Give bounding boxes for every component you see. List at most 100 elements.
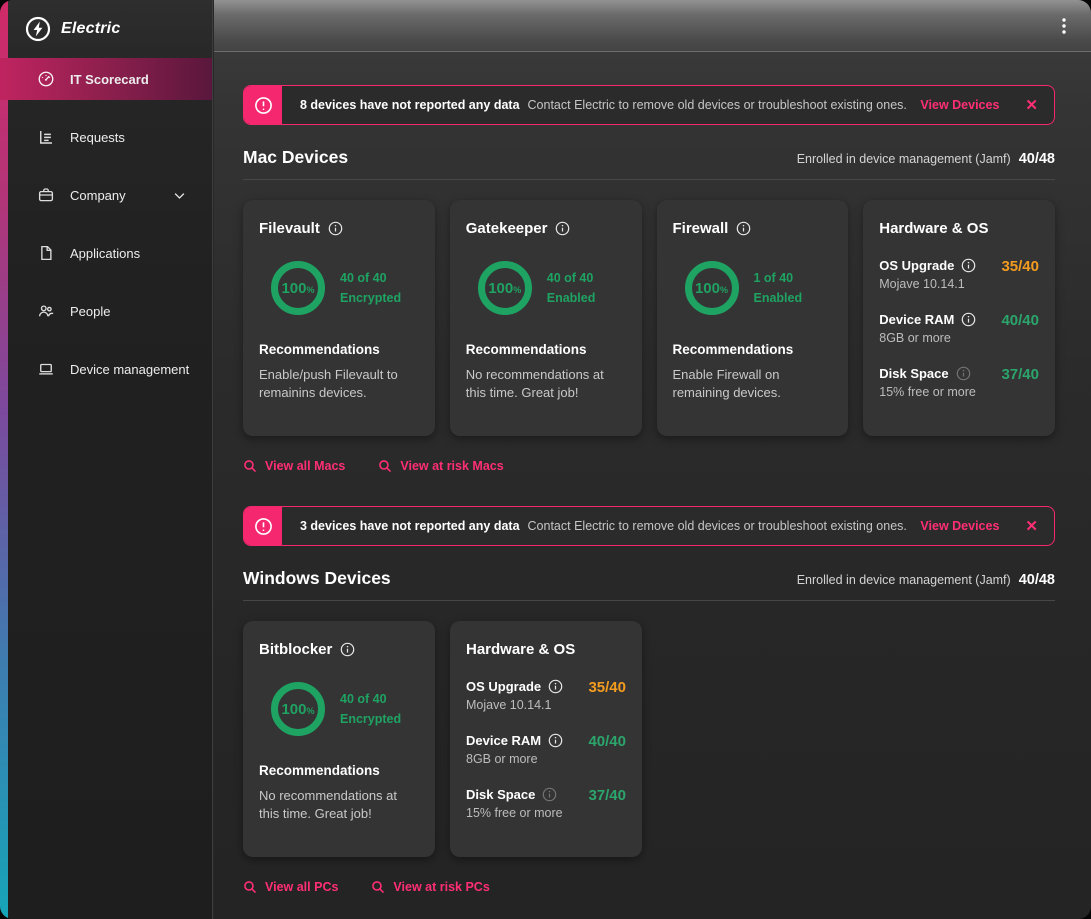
stat-line2: Enabled (754, 288, 803, 308)
windows-section-header: Windows Devices Enrolled in device manag… (243, 568, 1055, 589)
view-at-risk-macs-link[interactable]: View at risk Macs (378, 459, 503, 473)
gauge-stat: 40 of 40 Encrypted (340, 689, 401, 729)
enrollment-summary: Enrolled in device management (Jamf) 40/… (797, 572, 1055, 588)
logo: Electric (0, 0, 212, 58)
sidebar-item-label: Applications (70, 246, 140, 261)
mac-section-header: Mac Devices Enrolled in device managemen… (243, 147, 1055, 168)
sidebar-item-label: IT Scorecard (70, 72, 149, 87)
hw-value: 40/40 (588, 733, 626, 750)
sidebar-item-company[interactable]: Company (0, 174, 212, 216)
view-at-risk-pcs-link[interactable]: View at risk PCs (371, 880, 489, 894)
enrollment-summary: Enrolled in device management (Jamf) 40/… (797, 151, 1055, 167)
sidebar-item-people[interactable]: People (0, 290, 212, 332)
sidebar-item-requests[interactable]: Requests (0, 116, 212, 158)
stat-line1: 1 of 40 (754, 268, 803, 288)
info-icon[interactable] (956, 366, 971, 381)
stat-line1: 40 of 40 (547, 268, 596, 288)
section-title: Windows Devices (243, 568, 391, 589)
percent-value: 100 (281, 280, 306, 297)
info-icon[interactable] (555, 221, 570, 236)
mac-hardware-os-card: Hardware & OS OS Upgrade Mojave 10.14.1 … (863, 200, 1055, 436)
hw-subtext: 8GB or more (879, 331, 1001, 345)
hw-value: 40/40 (1001, 312, 1039, 329)
hw-row-os-upgrade: OS Upgrade Mojave 10.14.1 35/40 (879, 258, 1039, 291)
mac-alert-banner: 8 devices have not reported any data Con… (243, 85, 1055, 125)
alert-exclamation-icon (244, 86, 282, 124)
hw-row-device-ram: Device RAM 8GB or more 40/40 (466, 733, 626, 766)
progress-ring: 100% (478, 261, 532, 315)
search-icon (371, 880, 385, 894)
card-title: Gatekeeper (466, 220, 548, 237)
close-icon[interactable]: ✕ (1025, 98, 1038, 113)
view-devices-link[interactable]: View Devices (920, 98, 999, 112)
alert-bold-text: 3 devices have not reported any data (300, 519, 520, 533)
progress-ring: 100% (271, 682, 325, 736)
scroll-area: 8 devices have not reported any data Con… (214, 52, 1091, 919)
info-icon[interactable] (548, 733, 563, 748)
percent-value: 100 (488, 280, 513, 297)
chevron-down-icon[interactable] (172, 188, 187, 203)
electric-bolt-logo-icon (25, 16, 51, 42)
hw-label: Device RAM (879, 312, 954, 327)
alert-exclamation-icon (244, 507, 282, 545)
recommendations-heading: Recommendations (466, 342, 626, 357)
gatekeeper-card: Gatekeeper 100% 40 of 40 Enabled (450, 200, 642, 436)
search-icon (243, 459, 257, 473)
info-icon[interactable] (736, 221, 751, 236)
link-label: View at risk Macs (400, 459, 503, 473)
percent-symbol: % (307, 706, 315, 716)
info-icon[interactable] (961, 312, 976, 327)
info-icon[interactable] (328, 221, 343, 236)
alert-bold-text: 8 devices have not reported any data (300, 98, 520, 112)
enrolled-value: 40/48 (1019, 151, 1055, 167)
info-icon[interactable] (542, 787, 557, 802)
stat-line2: Encrypted (340, 288, 401, 308)
enrolled-label: Enrolled in device management (Jamf) (797, 573, 1011, 587)
mac-cards-row: Filevault 100% 40 of 40 Encrypted (243, 200, 1055, 436)
recommendations-body: No recommendations at this time. Great j… (259, 787, 419, 823)
hw-label: Device RAM (466, 733, 541, 748)
hw-label: OS Upgrade (879, 258, 954, 273)
hw-subtext: Mojave 10.14.1 (466, 698, 588, 712)
top-bar (214, 0, 1091, 52)
gauge: 100% 40 of 40 Encrypted (259, 682, 419, 736)
hw-value: 37/40 (588, 787, 626, 804)
windows-alert-banner: 3 devices have not reported any data Con… (243, 506, 1055, 546)
enrolled-label: Enrolled in device management (Jamf) (797, 152, 1011, 166)
gauge: 100% 40 of 40 Enabled (466, 261, 626, 315)
percent-value: 100 (281, 701, 306, 718)
view-all-pcs-link[interactable]: View all PCs (243, 880, 338, 894)
info-icon[interactable] (548, 679, 563, 694)
close-icon[interactable]: ✕ (1025, 519, 1038, 534)
sidebar-item-device-management[interactable]: Device management (0, 348, 212, 390)
hw-value: 35/40 (1001, 258, 1039, 275)
sidebar-item-label: People (70, 304, 110, 319)
card-title: Firewall (673, 220, 729, 237)
progress-ring: 100% (271, 261, 325, 315)
percent-value: 100 (695, 280, 720, 297)
link-label: View at risk PCs (393, 880, 489, 894)
gauge: 100% 1 of 40 Enabled (673, 261, 833, 315)
sidebar-item-it-scorecard[interactable]: IT Scorecard (0, 58, 212, 100)
sidebar-item-applications[interactable]: Applications (0, 232, 212, 274)
view-all-macs-link[interactable]: View all Macs (243, 459, 345, 473)
gauge-stat: 1 of 40 Enabled (754, 268, 803, 308)
firewall-card: Firewall 100% 1 of 40 Enabled (657, 200, 849, 436)
briefcase-icon (37, 186, 55, 204)
gauge: 100% 40 of 40 Encrypted (259, 261, 419, 315)
stat-line2: Enabled (547, 288, 596, 308)
info-icon[interactable] (340, 642, 355, 657)
card-title: Bitblocker (259, 641, 332, 658)
hw-subtext: 15% free or more (466, 806, 588, 820)
search-icon (378, 459, 392, 473)
hw-label: Disk Space (466, 787, 535, 802)
view-devices-link[interactable]: View Devices (920, 519, 999, 533)
hw-row-os-upgrade: OS Upgrade Mojave 10.14.1 35/40 (466, 679, 626, 712)
filevault-card: Filevault 100% 40 of 40 Encrypted (243, 200, 435, 436)
hw-subtext: Mojave 10.14.1 (879, 277, 1001, 291)
hw-row-device-ram: Device RAM 8GB or more 40/40 (879, 312, 1039, 345)
recommendations-heading: Recommendations (673, 342, 833, 357)
info-icon[interactable] (961, 258, 976, 273)
kebab-menu-icon[interactable] (1057, 17, 1071, 35)
sidebar-nav: IT Scorecard Requests Company (0, 58, 212, 390)
